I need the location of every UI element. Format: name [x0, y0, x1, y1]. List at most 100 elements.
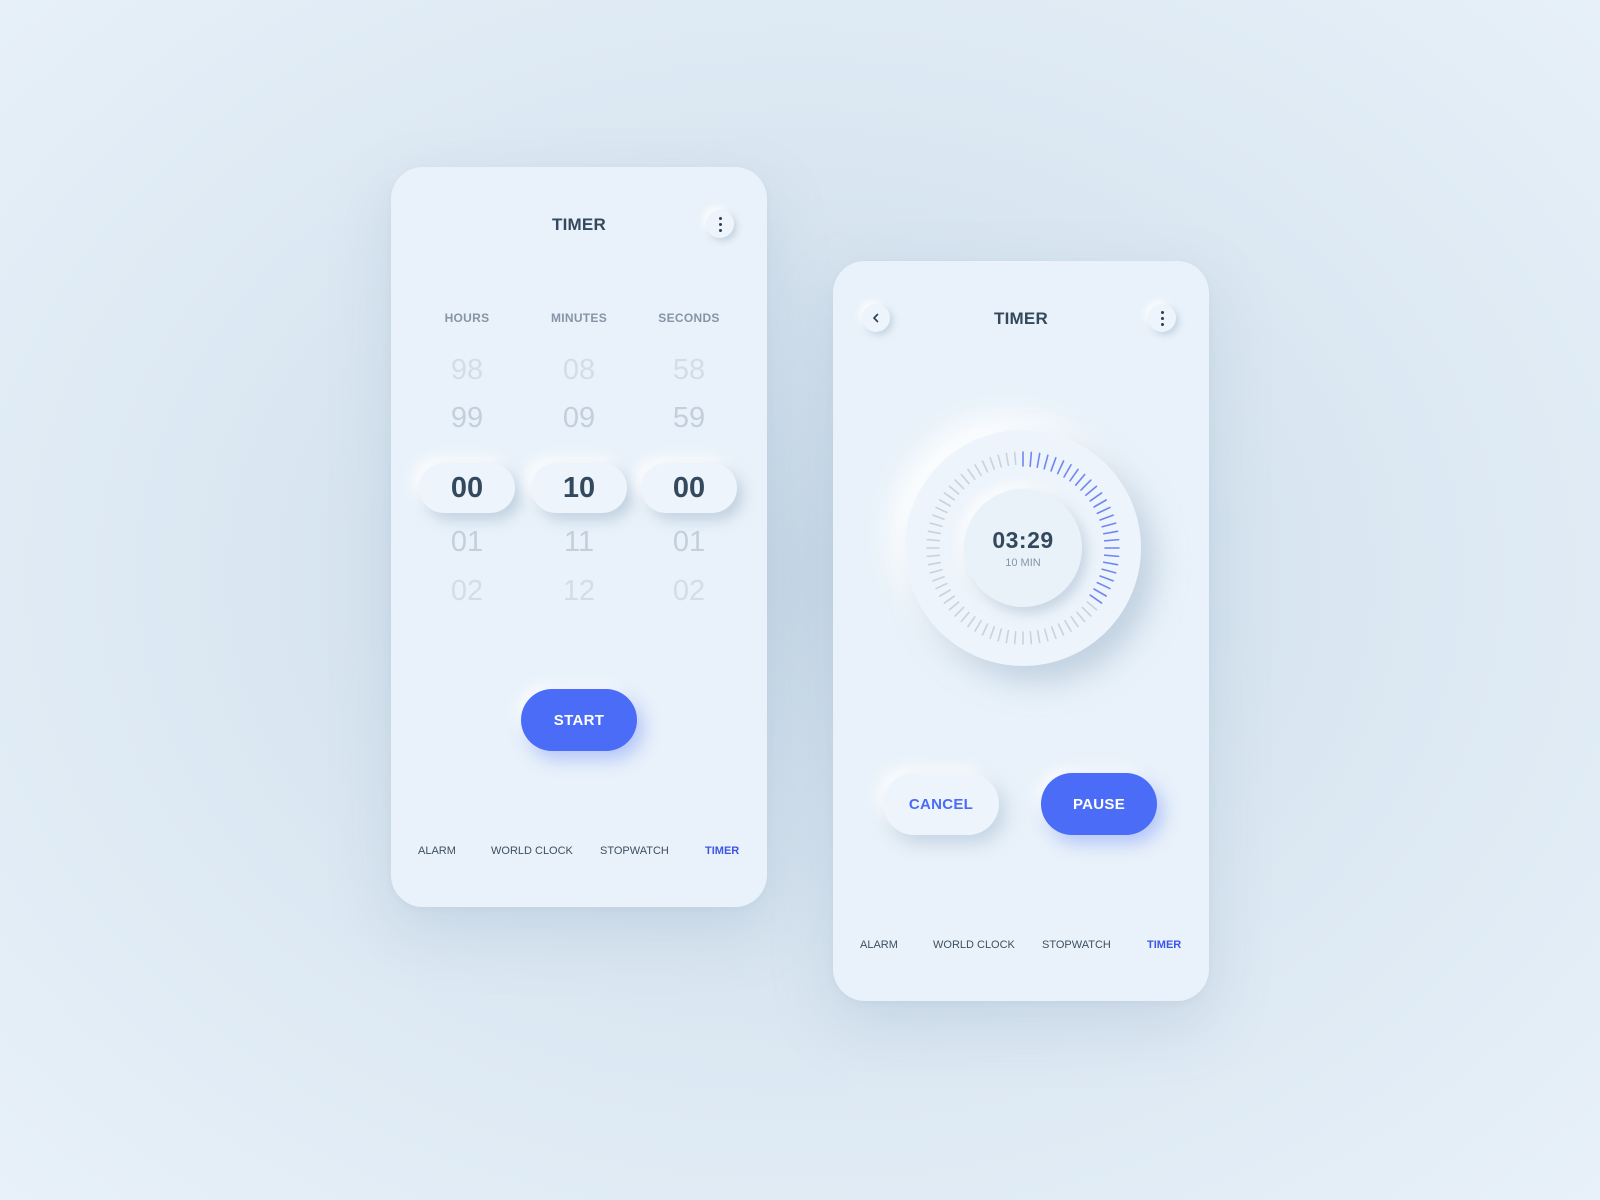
bottom-nav: ALARM WORLD CLOCK STOPWATCH TIMER	[833, 939, 1209, 955]
hours-option[interactable]: 99	[412, 402, 522, 435]
progress-tick	[967, 616, 976, 628]
nav-stopwatch[interactable]: STOPWATCH	[1042, 939, 1111, 951]
cancel-button[interactable]: CANCEL	[883, 773, 999, 835]
progress-tick-active	[1050, 456, 1057, 472]
progress-tick	[943, 595, 955, 604]
progress-tick	[989, 456, 996, 470]
progress-tick-active	[1089, 492, 1103, 502]
progress-tick	[1005, 629, 1010, 644]
progress-tick-active	[1101, 522, 1117, 528]
nav-world-clock[interactable]: WORLD CLOCK	[933, 939, 1015, 951]
progress-tick	[926, 554, 941, 558]
hours-selected[interactable]: 00	[419, 463, 515, 513]
progress-tick-active	[1101, 568, 1117, 574]
progress-tick	[960, 611, 970, 623]
progress-tick-active	[1096, 506, 1111, 515]
progress-tick	[981, 460, 989, 473]
remaining-time: 03:29	[992, 527, 1054, 553]
seconds-option[interactable]: 59	[634, 402, 744, 435]
nav-stopwatch[interactable]: STOPWATCH	[600, 845, 669, 857]
progress-tick-active	[1056, 460, 1065, 475]
hours-option[interactable]: 02	[412, 575, 522, 608]
more-vertical-icon	[1160, 310, 1164, 326]
seconds-selected[interactable]: 00	[641, 463, 737, 513]
progress-tick	[1070, 616, 1079, 628]
minutes-option[interactable]: 09	[524, 402, 634, 435]
nav-world-clock[interactable]: WORLD CLOCK	[491, 845, 573, 857]
progress-tick-active	[1036, 452, 1041, 469]
nav-timer[interactable]: TIMER	[705, 845, 739, 857]
hours-label: HOURS	[444, 311, 490, 325]
progress-tick	[948, 485, 960, 495]
progress-tick-active	[1093, 499, 1107, 508]
progress-tick	[1005, 452, 1010, 467]
progress-tick-active	[1102, 530, 1119, 535]
progress-tick	[974, 619, 982, 632]
progress-tick	[989, 626, 996, 640]
progress-tick-active	[1043, 454, 1049, 470]
progress-tick	[1057, 623, 1065, 636]
progress-tick-active	[1063, 464, 1072, 478]
progress-tick	[981, 623, 989, 636]
minutes-option[interactable]: 12	[524, 575, 634, 608]
progress-tick	[943, 492, 955, 501]
progress-tick	[1076, 611, 1086, 623]
seconds-option[interactable]: 58	[634, 354, 744, 387]
minutes-selected[interactable]: 10	[531, 463, 627, 513]
more-vertical-icon	[718, 216, 722, 232]
progress-tick-active	[1085, 485, 1098, 497]
timer-duration: 10 MIN	[1005, 557, 1041, 569]
progress-tick	[974, 464, 982, 477]
minutes-option[interactable]: 08	[524, 354, 634, 387]
nav-alarm[interactable]: ALARM	[418, 845, 456, 857]
progress-tick-active	[1074, 473, 1086, 486]
hours-option[interactable]: 98	[412, 354, 522, 387]
progress-tick-active	[1096, 581, 1111, 590]
progress-tick	[954, 479, 965, 490]
progress-tick	[960, 473, 970, 485]
pause-button[interactable]: PAUSE	[1041, 773, 1157, 835]
progress-tick-active	[1029, 451, 1033, 468]
progress-tick-active	[1093, 588, 1107, 597]
seconds-option[interactable]: 02	[634, 575, 744, 608]
dial-center: 03:29 10 MIN	[964, 489, 1082, 607]
progress-tick	[997, 454, 1003, 468]
progress-tick	[1086, 601, 1098, 611]
minutes-option[interactable]: 11	[524, 526, 634, 559]
nav-timer[interactable]: TIMER	[1147, 939, 1181, 951]
progress-tick	[927, 530, 942, 535]
progress-tick	[935, 582, 948, 590]
progress-tick	[954, 606, 965, 617]
nav-alarm[interactable]: ALARM	[860, 939, 898, 951]
timer-setup-card: TIMER HOURS 98 99 00 01 02 MINUTES 08 09…	[391, 167, 767, 907]
more-options-button[interactable]	[706, 210, 734, 238]
progress-tick	[1043, 628, 1049, 642]
seconds-option[interactable]: 01	[634, 526, 744, 559]
progress-tick	[939, 589, 952, 597]
minutes-label: MINUTES	[550, 311, 608, 325]
more-options-button[interactable]	[1148, 304, 1176, 332]
progress-tick	[935, 506, 948, 514]
hours-option[interactable]: 01	[412, 526, 522, 559]
progress-tick	[1081, 606, 1092, 617]
progress-tick-active	[1080, 479, 1092, 491]
progress-tick	[929, 568, 943, 574]
progress-tick	[1064, 619, 1072, 632]
progress-tick	[939, 499, 952, 507]
progress-tick	[967, 468, 976, 480]
progress-tick-active	[1103, 538, 1120, 542]
progress-tick	[997, 628, 1003, 642]
progress-tick	[927, 561, 942, 566]
progress-tick	[1013, 630, 1017, 645]
bottom-nav: ALARM WORLD CLOCK STOPWATCH TIMER	[391, 845, 767, 861]
progress-tick	[931, 575, 945, 582]
progress-tick	[926, 538, 941, 542]
progress-tick	[1050, 626, 1057, 640]
progress-tick-active	[1099, 575, 1115, 582]
seconds-label: SECONDS	[658, 311, 720, 325]
countdown-dial: 03:29 10 MIN	[905, 430, 1141, 666]
progress-tick-active	[1069, 468, 1079, 482]
progress-tick	[931, 514, 945, 521]
start-button[interactable]: START	[521, 689, 637, 751]
progress-tick	[948, 601, 960, 611]
